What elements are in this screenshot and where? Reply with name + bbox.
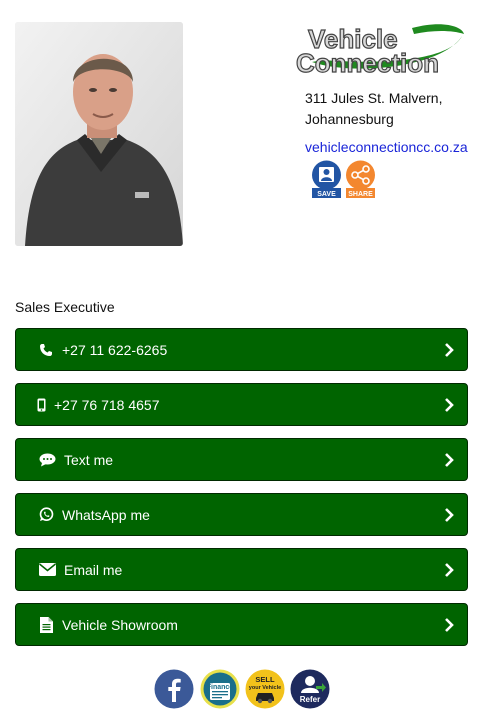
email-me-button[interactable]: Email me bbox=[15, 548, 468, 591]
job-title: Sales Executive bbox=[15, 299, 115, 315]
mobile-icon bbox=[36, 397, 46, 413]
phone-icon bbox=[38, 342, 54, 358]
address: 311 Jules St. Malvern, Johannesburg bbox=[305, 88, 480, 130]
whatsapp-label: WhatsApp me bbox=[62, 506, 150, 523]
share-button[interactable]: SHARE bbox=[345, 160, 376, 198]
facebook-button[interactable] bbox=[154, 669, 194, 709]
save-contact-button[interactable]: SAVE bbox=[311, 160, 342, 198]
refer-button[interactable]: Refer bbox=[290, 669, 330, 709]
svg-text:Refer: Refer bbox=[300, 695, 320, 704]
text-me-label: Text me bbox=[64, 451, 114, 468]
svg-text:SAVE: SAVE bbox=[317, 191, 336, 198]
svg-text:SELL: SELL bbox=[255, 675, 275, 684]
chevron-right-icon bbox=[443, 452, 455, 468]
vehicle-showroom-label: Vehicle Showroom bbox=[62, 616, 178, 633]
chevron-right-icon bbox=[443, 562, 455, 578]
vehicle-showroom-button[interactable]: Vehicle Showroom bbox=[15, 603, 468, 646]
refer-icon: Refer bbox=[290, 669, 330, 709]
chevron-right-icon bbox=[443, 397, 455, 413]
call-office-label: +27 11 622-6265 bbox=[62, 341, 168, 358]
facebook-icon bbox=[154, 669, 194, 709]
save-contact-icon: SAVE bbox=[312, 160, 341, 198]
profile-photo bbox=[15, 22, 183, 246]
email-me-label: Email me bbox=[64, 561, 123, 578]
company-logo: Vehicle Connection bbox=[292, 18, 472, 79]
sell-vehicle-icon: SELL your Vehicle bbox=[245, 669, 285, 709]
svg-text:Finance: Finance bbox=[207, 684, 234, 691]
share-icon: SHARE bbox=[346, 160, 375, 198]
chevron-right-icon bbox=[443, 507, 455, 523]
chevron-right-icon bbox=[443, 342, 455, 358]
chat-icon bbox=[38, 452, 56, 468]
address-line-2: Johannesburg bbox=[305, 111, 394, 127]
website-link[interactable]: vehicleconnectioncc.co.za bbox=[305, 139, 468, 155]
call-mobile-button[interactable]: +27 76 718 4657 bbox=[15, 383, 468, 426]
call-mobile-label: +27 76 718 4657 bbox=[54, 396, 160, 413]
svg-text:SHARE: SHARE bbox=[348, 191, 373, 198]
sell-your-vehicle-button[interactable]: SELL your Vehicle bbox=[245, 669, 285, 709]
call-office-button[interactable]: +27 11 622-6265 bbox=[15, 328, 468, 371]
svg-text:your Vehicle: your Vehicle bbox=[249, 685, 281, 691]
finance-icon: Finance bbox=[200, 669, 240, 709]
document-icon bbox=[38, 616, 54, 633]
text-me-button[interactable]: Text me bbox=[15, 438, 468, 481]
logo-text-line2: Connection bbox=[296, 48, 439, 78]
whatsapp-button[interactable]: WhatsApp me bbox=[15, 493, 468, 536]
envelope-icon bbox=[38, 562, 56, 578]
chevron-right-icon bbox=[443, 617, 455, 633]
address-line-1: 311 Jules St. Malvern, bbox=[305, 90, 443, 106]
whatsapp-icon bbox=[38, 507, 54, 523]
finance-button[interactable]: Finance bbox=[200, 669, 240, 709]
